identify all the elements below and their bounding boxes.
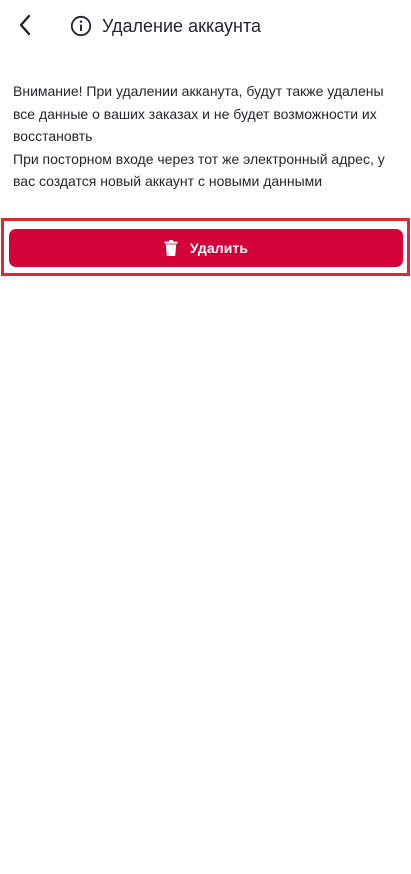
chevron-left-icon (19, 14, 31, 36)
delete-account-button[interactable]: Удалить (9, 229, 403, 267)
back-button[interactable] (10, 10, 40, 40)
warning-paragraph: Внимание! При удалении акканута, будут т… (13, 83, 384, 144)
warning-paragraph: При посторном входе через тот же электро… (13, 150, 385, 190)
trash-icon (164, 240, 178, 256)
deletion-warning-text: Внимание! При удалении акканута, будут т… (13, 80, 399, 193)
top-app-bar: Удаление аккаунта (0, 0, 411, 52)
page-title: Удаление аккаунта (102, 16, 262, 36)
info-circle-icon (70, 15, 92, 37)
delete-button-label: Удалить (189, 240, 249, 256)
